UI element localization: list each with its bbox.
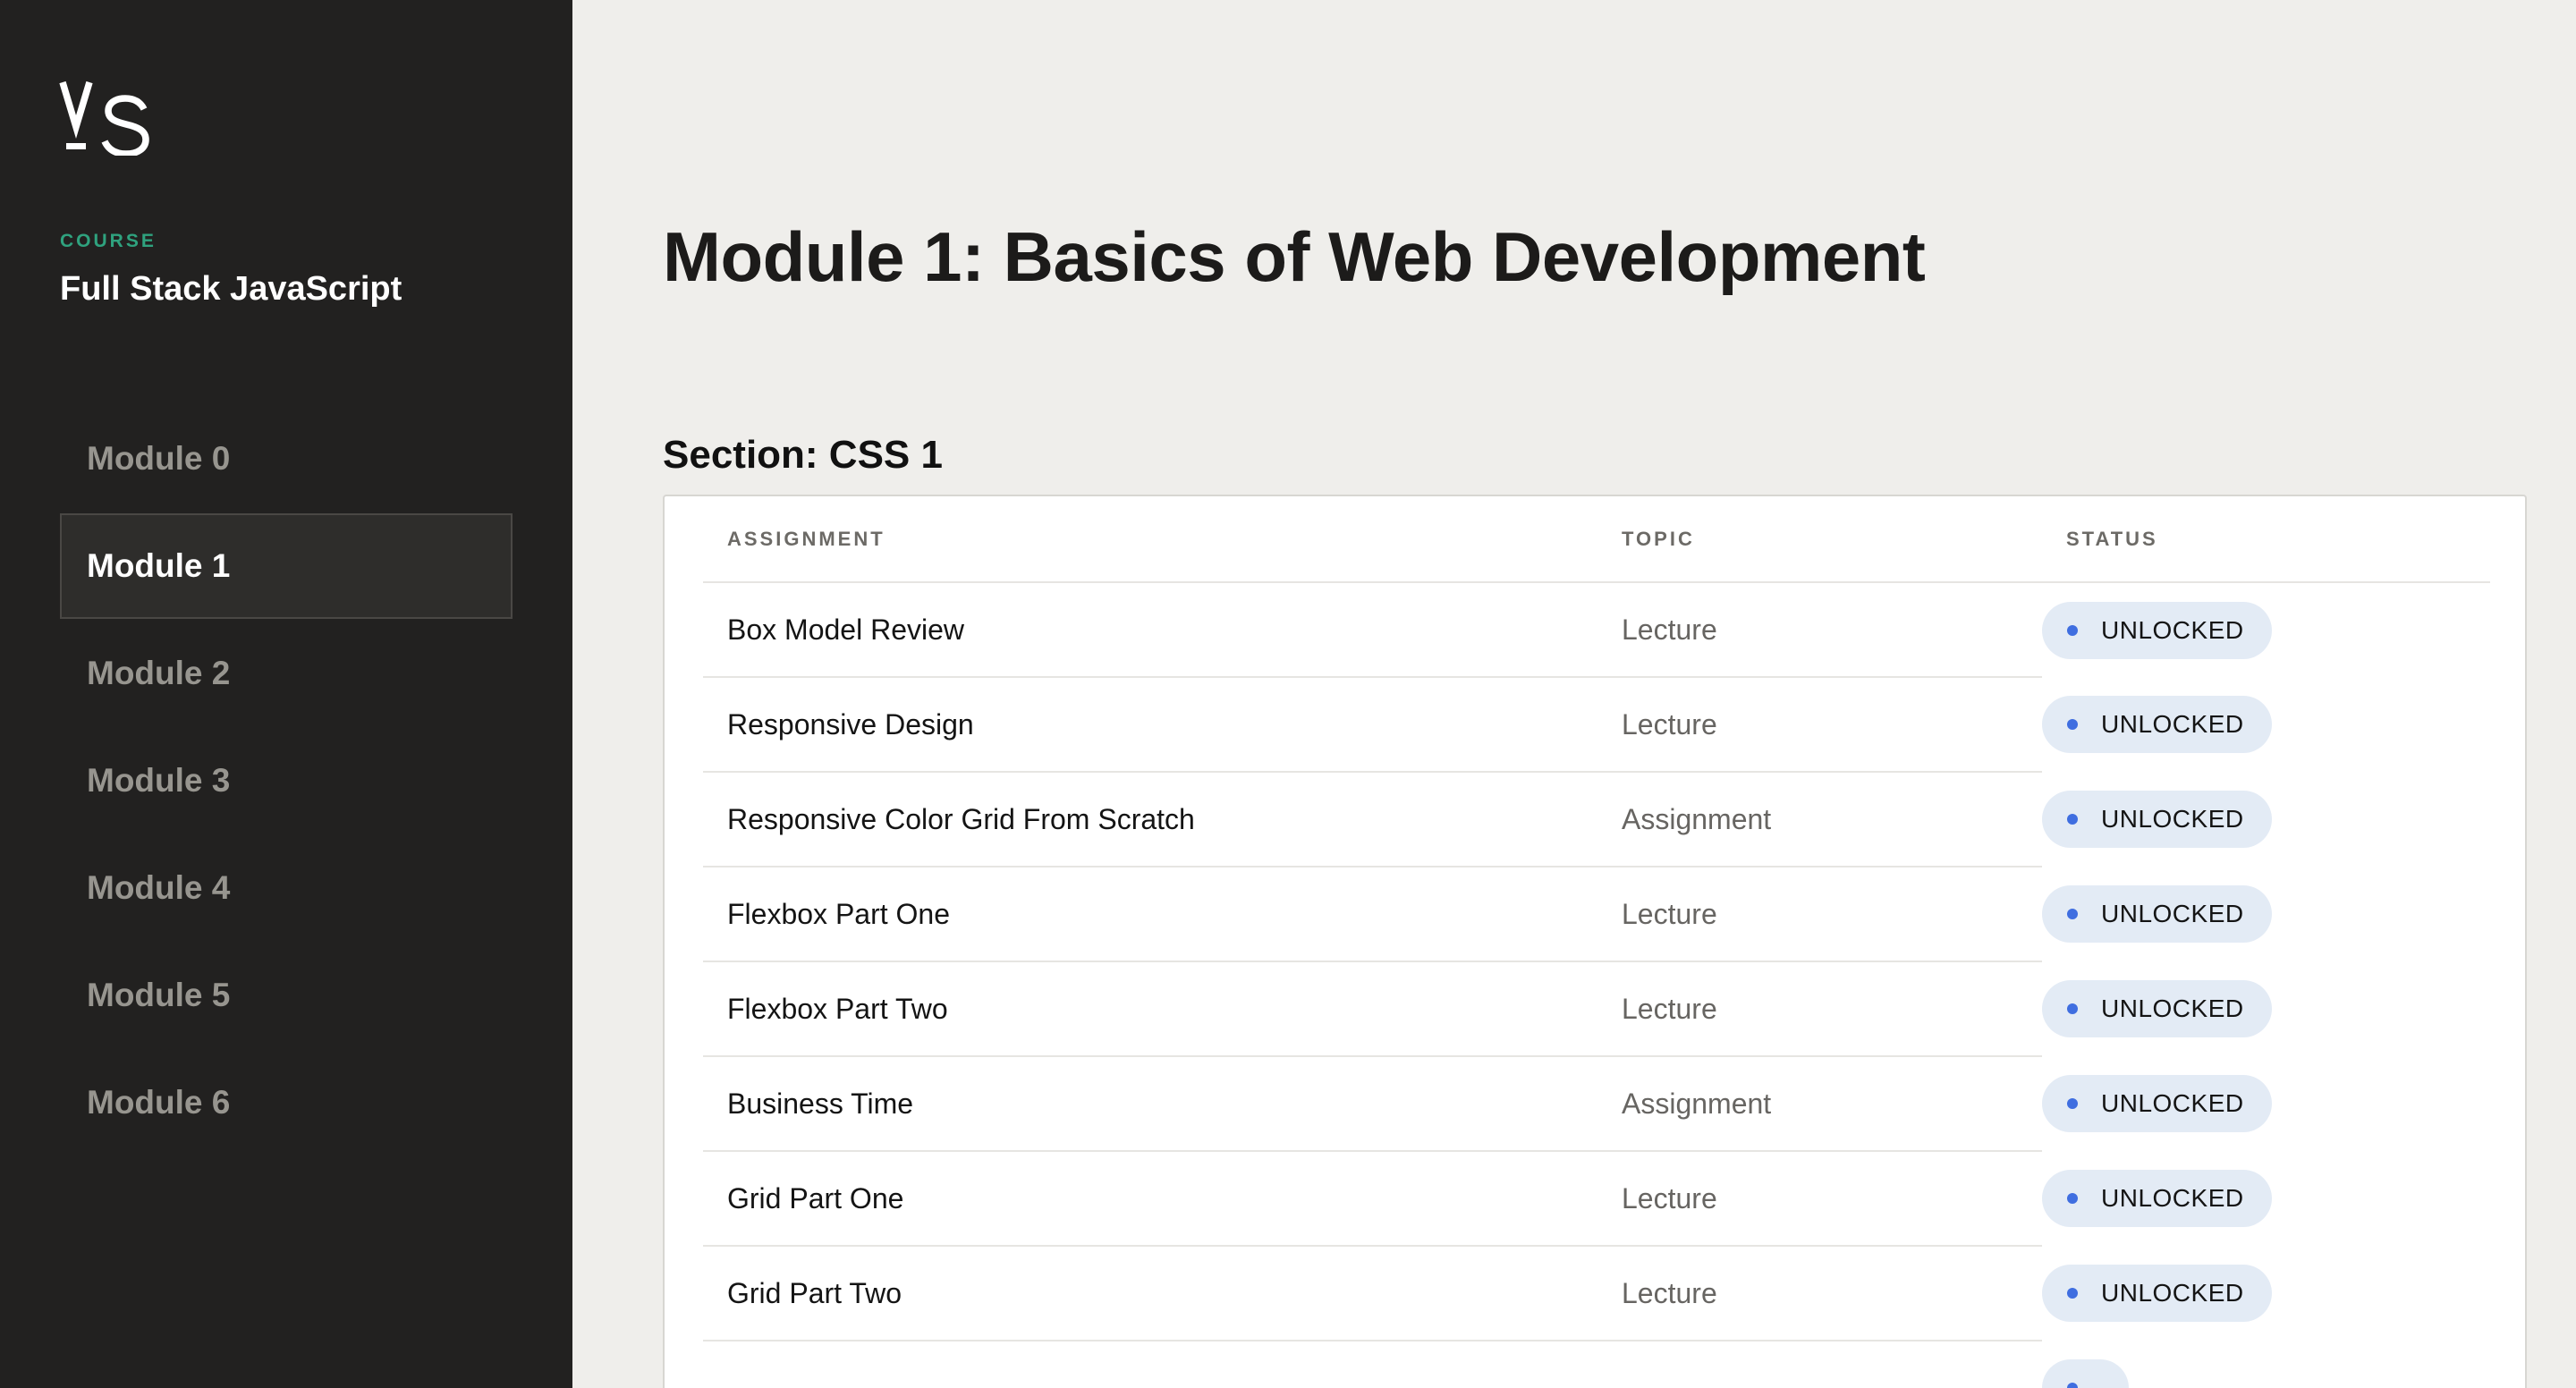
status-badge (2042, 1359, 2129, 1388)
assignment-name[interactable]: Box Model Review (703, 582, 1597, 678)
table-row[interactable]: Responsive Color Grid From Scratch Assig… (703, 772, 2490, 868)
sidebar: COURSE Full Stack JavaScript Module 0 Mo… (0, 0, 572, 1388)
assignment-name[interactable]: Responsive Color Grid From Scratch (703, 772, 1597, 868)
status-dot-icon (2067, 1383, 2078, 1388)
status-dot-icon (2067, 814, 2078, 825)
course-title: Full Stack JavaScript (60, 270, 402, 308)
table-row[interactable]: Grid Part One Lecture UNLOCKED (703, 1151, 2490, 1247)
status-badge: UNLOCKED (2042, 696, 2272, 753)
assignment-name[interactable]: Grid Part One (703, 1151, 1597, 1247)
sidebar-item-module-0[interactable]: Module 0 (60, 406, 513, 512)
status-cell: UNLOCKED (2042, 1246, 2490, 1341)
sidebar-item-module-4[interactable]: Module 4 (60, 835, 513, 941)
vs-logo[interactable] (59, 79, 152, 156)
status-text: UNLOCKED (2101, 994, 2244, 1022)
status-dot-icon (2067, 1003, 2078, 1014)
column-header-assignment: ASSIGNMENT (703, 496, 1597, 583)
assignment-name[interactable]: Responsive Design (703, 677, 1597, 773)
page-title: Module 1: Basics of Web Development (663, 217, 1926, 296)
status-cell: UNLOCKED (2042, 677, 2490, 772)
sidebar-item-module-3[interactable]: Module 3 (60, 728, 513, 834)
assignment-name[interactable]: Business Time (703, 1056, 1597, 1152)
sidebar-item-module-6[interactable]: Module 6 (60, 1050, 513, 1155)
assignment-name[interactable]: Flexbox Part Two (703, 961, 1597, 1057)
status-text: UNLOCKED (2101, 805, 2244, 833)
assignment-topic: Assignment (1597, 1056, 2042, 1152)
assignment-topic: Lecture (1597, 867, 2042, 962)
status-cell: UNLOCKED (2042, 867, 2490, 961)
status-cell: UNLOCKED (2042, 772, 2490, 867)
status-badge: UNLOCKED (2042, 791, 2272, 848)
assignment-name[interactable] (703, 1341, 1597, 1388)
status-dot-icon (2067, 719, 2078, 730)
sidebar-item-module-1[interactable]: Module 1 (60, 513, 513, 619)
status-badge: UNLOCKED (2042, 885, 2272, 943)
status-badge: UNLOCKED (2042, 980, 2272, 1037)
status-dot-icon (2067, 1098, 2078, 1109)
status-dot-icon (2067, 624, 2078, 636)
status-badge: UNLOCKED (2042, 1170, 2272, 1227)
status-cell: UNLOCKED (2042, 961, 2490, 1056)
status-badge: UNLOCKED (2042, 601, 2272, 659)
column-header-status: STATUS (2042, 496, 2490, 583)
assignment-topic: Lecture (1597, 1151, 2042, 1247)
assignment-topic: Lecture (1597, 582, 2042, 678)
sidebar-item-module-2[interactable]: Module 2 (60, 621, 513, 726)
table-row[interactable]: Responsive Design Lecture UNLOCKED (703, 677, 2490, 773)
status-text: UNLOCKED (2101, 1184, 2244, 1212)
table-row[interactable] (703, 1341, 2490, 1388)
status-badge: UNLOCKED (2042, 1075, 2272, 1132)
table-row[interactable]: Flexbox Part One Lecture UNLOCKED (703, 867, 2490, 962)
status-cell: UNLOCKED (2042, 582, 2490, 677)
assignments-table: ASSIGNMENT TOPIC STATUS Box Model Review… (703, 496, 2490, 1388)
status-badge: UNLOCKED (2042, 1265, 2272, 1322)
status-text: UNLOCKED (2101, 1089, 2244, 1117)
status-cell: UNLOCKED (2042, 1151, 2490, 1246)
status-text: UNLOCKED (2101, 1279, 2244, 1307)
assignment-topic: Assignment (1597, 772, 2042, 868)
status-dot-icon (2067, 1288, 2078, 1299)
table-row[interactable]: Flexbox Part Two Lecture UNLOCKED (703, 961, 2490, 1057)
assignment-topic (1597, 1341, 2042, 1388)
status-dot-icon (2067, 1193, 2078, 1204)
status-text: UNLOCKED (2101, 615, 2244, 644)
assignment-topic: Lecture (1597, 961, 2042, 1057)
section-title: Section: CSS 1 (663, 433, 943, 477)
table-header-row: ASSIGNMENT TOPIC STATUS (703, 496, 2490, 583)
table-row[interactable]: Grid Part Two Lecture UNLOCKED (703, 1246, 2490, 1341)
table-row[interactable]: Business Time Assignment UNLOCKED (703, 1056, 2490, 1152)
table-row[interactable]: Box Model Review Lecture UNLOCKED (703, 582, 2490, 678)
course-label: COURSE (60, 231, 157, 251)
status-cell: UNLOCKED (2042, 1056, 2490, 1151)
sidebar-item-module-5[interactable]: Module 5 (60, 943, 513, 1048)
status-text: UNLOCKED (2101, 710, 2244, 738)
assignment-topic: Lecture (1597, 1246, 2042, 1341)
assignment-topic: Lecture (1597, 677, 2042, 773)
module-nav: Module 0 Module 1 Module 2 Module 3 Modu… (60, 406, 513, 1157)
status-dot-icon (2067, 909, 2078, 919)
assignment-name[interactable]: Flexbox Part One (703, 867, 1597, 962)
assignment-name[interactable]: Grid Part Two (703, 1246, 1597, 1341)
assignments-table-card: ASSIGNMENT TOPIC STATUS Box Model Review… (663, 495, 2527, 1388)
status-cell (2042, 1341, 2490, 1388)
status-text: UNLOCKED (2101, 900, 2244, 927)
column-header-topic: TOPIC (1597, 496, 2042, 583)
